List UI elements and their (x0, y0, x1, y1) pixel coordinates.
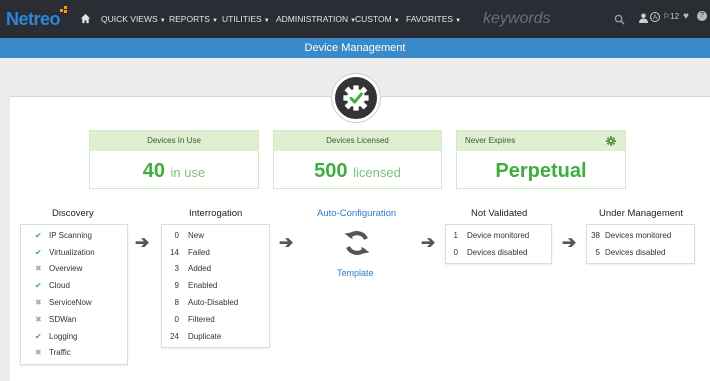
gear-check-icon (343, 85, 369, 111)
user-initial-badge[interactable]: A (650, 12, 660, 22)
devices-licensed-header: Devices Licensed (274, 131, 441, 151)
top-navigation-bar: Netreo QUICK VIEWS ▼ REPORTS ▼ UTILITIES ▼ … (0, 0, 710, 38)
devices-licensed-card: Devices Licensed 500 licensed (273, 130, 442, 189)
cross-icon: ✖ (35, 298, 42, 308)
user-icon[interactable] (639, 13, 648, 23)
netreo-logo[interactable]: Netreo (6, 9, 61, 30)
arrow-right-icon: ➔ (562, 233, 577, 252)
interrogation-row-new[interactable]: 0 New (162, 227, 269, 244)
interrogation-row-added[interactable]: 3 Added (162, 261, 269, 278)
license-badge (332, 74, 380, 122)
check-icon: ✔ (35, 230, 42, 240)
interrogation-list: 0 New 14 Failed 3 Added 9 Enabled 8 Auto-Disa… (161, 224, 270, 348)
interrogation-row-duplicate[interactable]: 24 Duplicate (162, 328, 269, 345)
arrow-right-icon: ➔ (421, 233, 436, 252)
gear-icon[interactable] (606, 136, 616, 146)
not-validated-list: 1 Device monitored 0 Devices disabled (445, 224, 552, 264)
interrogation-row-filtered[interactable]: 0 Filtered (162, 311, 269, 328)
under-management-row-disabled[interactable]: 5 Devices disabled (587, 244, 694, 261)
discovery-item-servicenow[interactable]: ✖ ServiceNow (21, 294, 127, 311)
heart-icon[interactable]: ♥ (683, 11, 689, 22)
discovery-item-virtualization[interactable]: ✔ Virtualization (21, 244, 127, 261)
refresh-icon[interactable] (342, 228, 372, 258)
devices-in-use-header: Devices In Use (90, 131, 258, 151)
arrow-right-icon: ➔ (135, 233, 150, 252)
nav-reports[interactable]: REPORTS ▼ (169, 14, 218, 24)
cross-icon: ✖ (35, 314, 42, 324)
discovery-item-ip-scanning[interactable]: ✔ IP Scanning (21, 227, 127, 244)
home-icon[interactable] (80, 13, 91, 24)
discovery-item-sdwan[interactable]: ✖ SDWan (21, 311, 127, 328)
under-management-title: Under Management (599, 208, 683, 219)
discovery-item-traffic[interactable]: ✖ Traffic (21, 345, 127, 362)
interrogation-row-enabled[interactable]: 9 Enabled (162, 277, 269, 294)
discovery-item-cloud[interactable]: ✔ Cloud (21, 277, 127, 294)
alert-count: 12 (670, 12, 680, 21)
auto-configuration-link[interactable]: Auto-Configuration (317, 208, 396, 219)
cross-icon: ✖ (35, 264, 42, 274)
discovery-title: Discovery (52, 208, 94, 219)
nav-custom[interactable]: CUSTOM ▼ (355, 14, 400, 24)
not-validated-row-disabled[interactable]: 0 Devices disabled (446, 244, 551, 261)
search-icon[interactable] (614, 14, 625, 25)
check-icon: ✔ (35, 281, 42, 291)
arrow-right-icon: ➔ (279, 233, 294, 252)
nav-administration[interactable]: ADMINISTRATION ▼ (276, 14, 356, 24)
not-validated-row-monitored[interactable]: 1 Device monitored (446, 227, 551, 244)
never-expires-value: Perpetual (495, 160, 587, 182)
discovery-list: ✔ IP Scanning ✔ Virtualization ✖ Overview ✔… (20, 224, 128, 365)
devices-in-use-value: 40 in use (142, 160, 206, 182)
discovery-item-overview[interactable]: ✖ Overview (21, 261, 127, 278)
help-icon[interactable]: ? (697, 11, 707, 21)
nav-quick-views[interactable]: QUICK VIEWS ▼ (101, 14, 166, 24)
never-expires-header: Never Expires (457, 131, 625, 151)
devices-licensed-value: 500 licensed (314, 160, 401, 182)
check-icon: ✔ (35, 331, 42, 341)
check-icon: ✔ (35, 247, 42, 257)
under-management-row-monitored[interactable]: 38 Devices monitored (587, 227, 694, 244)
interrogation-row-failed[interactable]: 14 Failed (162, 244, 269, 261)
nav-utilities[interactable]: UTILITIES ▼ (222, 14, 270, 24)
never-expires-card: Never Expires Perpetual (456, 130, 626, 189)
interrogation-row-auto-disabled[interactable]: 8 Auto-Disabled (162, 294, 269, 311)
devices-in-use-card: Devices In Use 40 in use (89, 130, 259, 189)
discovery-item-logging[interactable]: ✔ Logging (21, 328, 127, 345)
logo-mark-icon (60, 6, 68, 14)
cross-icon: ✖ (35, 348, 42, 358)
template-link[interactable]: Template (337, 268, 374, 278)
not-validated-title: Not Validated (471, 208, 528, 219)
alerts-indicator[interactable]: ⚐12 (663, 12, 679, 21)
page-title: Device Management (0, 38, 710, 58)
nav-favorites[interactable]: FAVORITES ▼ (406, 14, 461, 24)
interrogation-title: Interrogation (189, 208, 243, 219)
under-management-list: 38 Devices monitored 5 Devices disabled (586, 224, 695, 264)
